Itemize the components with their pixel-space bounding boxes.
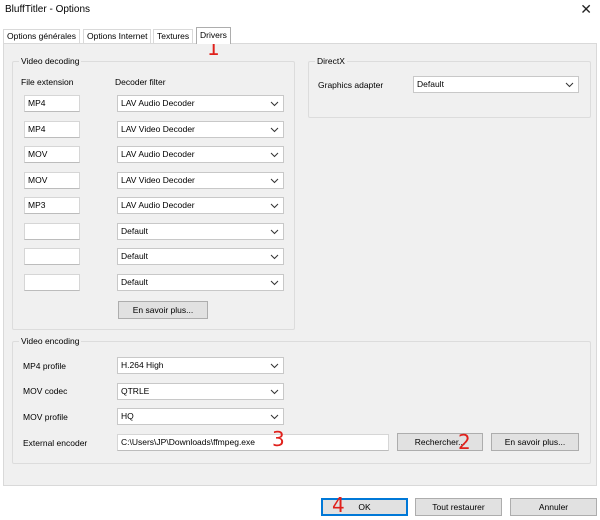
chevron-down-icon (270, 280, 279, 286)
video-encoding-legend: Video encoding (21, 336, 80, 346)
chevron-down-icon (270, 178, 279, 184)
tab-options-internet[interactable]: Options Internet (83, 29, 152, 43)
directx-legend: DirectX (317, 56, 345, 66)
chevron-down-icon (565, 82, 574, 88)
chevron-down-icon (270, 203, 279, 209)
chevron-down-icon (270, 127, 279, 133)
mp4-profile-select[interactable]: H.264 High (117, 357, 284, 374)
decoder-filter-value: LAV Video Decoder (121, 124, 195, 134)
decoder-filter-value: LAV Audio Decoder (121, 98, 195, 108)
cancel-button[interactable]: Annuler (510, 498, 597, 516)
chevron-down-icon (270, 101, 279, 107)
decoder-filter-value: LAV Audio Decoder (121, 200, 195, 210)
decoder-filter-select[interactable]: LAV Video Decoder (117, 121, 284, 138)
mov-codec-value: QTRLE (121, 386, 150, 396)
chevron-down-icon (270, 363, 279, 369)
close-icon[interactable]: ✕ (580, 1, 592, 18)
annotation-3: 3 (272, 427, 285, 451)
decoder-filter-select[interactable]: LAV Video Decoder (117, 172, 284, 189)
chevron-down-icon (270, 254, 279, 260)
mov-codec-select[interactable]: QTRLE (117, 383, 284, 400)
restore-all-button[interactable]: Tout restaurer (415, 498, 502, 516)
graphics-adapter-select[interactable]: Default (413, 76, 579, 93)
encoding-learn-more-button[interactable]: En savoir plus... (491, 433, 579, 451)
annotation-2: 2 (458, 430, 471, 454)
tab-options-generales[interactable]: Options générales (3, 29, 80, 43)
graphics-adapter-value: Default (417, 79, 444, 89)
window-title: BluffTitler - Options (5, 4, 91, 15)
chevron-down-icon (270, 229, 279, 235)
external-encoder-path-input[interactable]: C:\Users\JP\Downloads\ffmpeg.exe (117, 434, 389, 451)
extension-field[interactable] (24, 248, 80, 265)
tab-textures[interactable]: Textures (153, 29, 194, 43)
mp4-profile-value: H.264 High (121, 360, 164, 370)
extension-field[interactable] (24, 223, 80, 240)
extension-field[interactable]: MOV (24, 172, 80, 189)
extension-field[interactable]: MP3 (24, 197, 80, 214)
decoder-filter-select[interactable]: LAV Audio Decoder (117, 197, 284, 214)
title-bar: BluffTitler - Options ✕ (0, 0, 600, 22)
external-encoder-label: External encoder (23, 438, 88, 448)
decoder-filter-select[interactable]: Default (117, 248, 284, 265)
mov-profile-select[interactable]: HQ (117, 408, 284, 425)
decoder-filter-value: Default (121, 226, 148, 236)
decoder-filter-header: Decoder filter (115, 77, 166, 87)
extension-field[interactable]: MP4 (24, 121, 80, 138)
extension-field[interactable]: MOV (24, 146, 80, 163)
decoder-filter-select[interactable]: Default (117, 223, 284, 240)
video-decoding-legend: Video decoding (21, 56, 80, 66)
decoder-filter-value: LAV Audio Decoder (121, 149, 195, 159)
decoder-filter-select[interactable]: Default (117, 274, 284, 291)
file-extension-header: File extension (21, 77, 74, 87)
decoder-filter-value: Default (121, 251, 148, 261)
chevron-down-icon (270, 414, 279, 420)
mov-profile-label: MOV profile (23, 412, 68, 422)
tab-drivers[interactable]: Drivers (196, 27, 231, 44)
mov-codec-label: MOV codec (23, 386, 68, 396)
decoding-learn-more-button[interactable]: En savoir plus... (118, 301, 208, 319)
decoder-filter-select[interactable]: LAV Audio Decoder (117, 95, 284, 112)
decoder-filter-value: Default (121, 277, 148, 287)
decoder-filter-value: LAV Video Decoder (121, 175, 195, 185)
decoder-filter-select[interactable]: LAV Audio Decoder (117, 146, 284, 163)
chevron-down-icon (270, 389, 279, 395)
extension-field[interactable]: MP4 (24, 95, 80, 112)
graphics-adapter-label: Graphics adapter (318, 80, 384, 90)
options-panel: Video decoding File extension Decoder fi… (3, 43, 597, 486)
annotation-4: 4 (332, 493, 345, 517)
mov-profile-value: HQ (121, 411, 134, 421)
extension-field[interactable] (24, 274, 80, 291)
mp4-profile-label: MP4 profile (23, 361, 66, 371)
chevron-down-icon (270, 152, 279, 158)
